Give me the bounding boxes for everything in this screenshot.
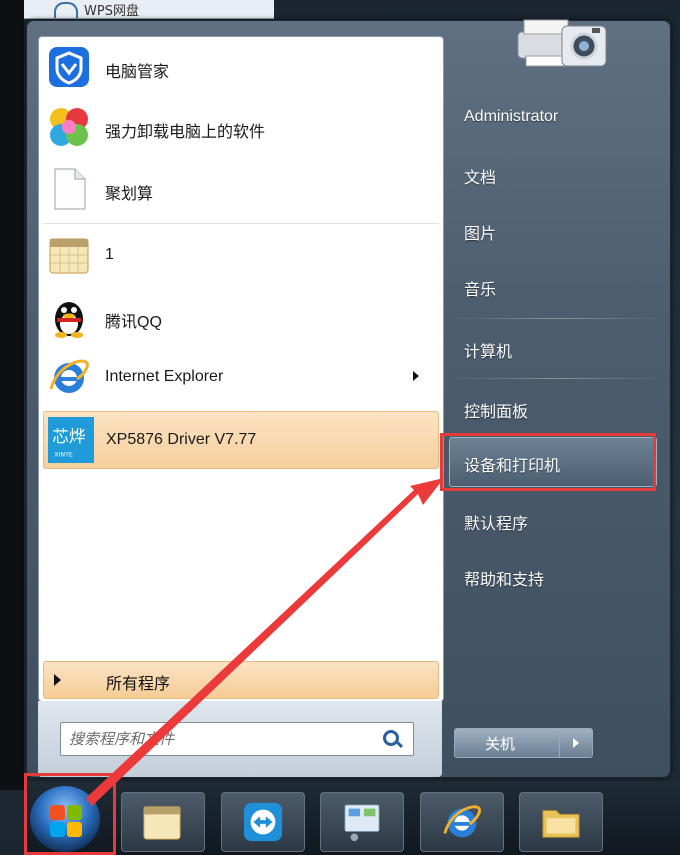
right-item-computer[interactable]: 计算机 bbox=[464, 338, 512, 362]
program-item-qq[interactable]: 腾讯QQ bbox=[39, 289, 443, 347]
shutdown-options-button[interactable] bbox=[559, 728, 593, 758]
highlight-box-start bbox=[24, 773, 116, 855]
desktop-screenshot: WPS网盘 电脑管家 强力卸载电脑上的软件 聚划算 1 腾讯QQ Interne… bbox=[0, 0, 680, 855]
program-item-xp5876-driver[interactable]: 芯烨 XINYE XP5876 Driver V7.77 bbox=[43, 411, 439, 469]
right-item-pictures[interactable]: 图片 bbox=[464, 220, 496, 244]
left-edge bbox=[0, 0, 24, 790]
submenu-arrow-icon[interactable] bbox=[413, 371, 419, 381]
taskbar-file-explorer[interactable] bbox=[519, 792, 603, 852]
svg-text:XINYE: XINYE bbox=[54, 452, 73, 459]
uninstall-icon bbox=[50, 108, 88, 146]
calendar-icon bbox=[143, 806, 181, 840]
program-item-1[interactable]: 1 bbox=[39, 227, 443, 285]
tencent-manager-icon bbox=[49, 47, 89, 87]
program-item-pc-manager[interactable]: 电脑管家 bbox=[39, 39, 443, 97]
all-programs-label: 所有程序 bbox=[106, 674, 171, 693]
folder-icon bbox=[542, 810, 580, 838]
qq-penguin-icon bbox=[55, 302, 83, 338]
control-panel-icon bbox=[344, 804, 380, 842]
pinned-programs-pane: 电脑管家 强力卸载电脑上的软件 聚划算 1 腾讯QQ Internet Expl… bbox=[38, 36, 444, 702]
wps-item-strip[interactable]: WPS网盘 bbox=[24, 0, 274, 19]
ie-icon bbox=[49, 359, 89, 393]
shutdown-button[interactable]: 关机 bbox=[454, 728, 560, 758]
right-item-default-programs[interactable]: 默认程序 bbox=[464, 510, 528, 534]
program-label: 1 bbox=[105, 246, 114, 263]
program-item-uninstaller[interactable]: 强力卸载电脑上的软件 bbox=[39, 99, 443, 157]
taskbar-calendar[interactable] bbox=[121, 792, 205, 852]
search-box[interactable] bbox=[60, 722, 414, 756]
right-item-control-panel[interactable]: 控制面板 bbox=[464, 398, 528, 422]
search-icon[interactable] bbox=[383, 730, 399, 746]
program-label: 电脑管家 bbox=[105, 64, 170, 81]
shutdown-label: 关机 bbox=[485, 735, 516, 753]
taskbar-teamviewer[interactable] bbox=[221, 792, 305, 852]
document-icon bbox=[54, 168, 86, 210]
expand-arrow-icon bbox=[54, 674, 61, 686]
separator bbox=[452, 378, 662, 379]
taskbar-internet-explorer[interactable] bbox=[420, 792, 504, 852]
all-programs-button[interactable]: 所有程序 bbox=[43, 661, 439, 699]
wps-label: WPS网盘 bbox=[84, 4, 139, 19]
calendar-icon bbox=[49, 238, 89, 274]
teamviewer-icon bbox=[243, 802, 283, 842]
taskbar-control-panel[interactable] bbox=[320, 792, 404, 852]
program-label: Internet Explorer bbox=[105, 368, 224, 385]
program-label: 腾讯QQ bbox=[105, 314, 162, 331]
program-label: 强力卸载电脑上的软件 bbox=[105, 124, 266, 141]
right-item-help-support[interactable]: 帮助和支持 bbox=[464, 566, 544, 590]
program-item-juhuasuan[interactable]: 聚划算 bbox=[39, 161, 443, 219]
xinye-icon: 芯烨 XINYE bbox=[48, 417, 94, 463]
ie-icon bbox=[443, 805, 481, 838]
cloud-icon bbox=[54, 2, 78, 18]
program-label: 聚划算 bbox=[105, 186, 154, 203]
highlight-box-devices bbox=[440, 433, 656, 491]
search-input[interactable] bbox=[67, 727, 371, 751]
separator bbox=[43, 223, 439, 224]
right-item-music[interactable]: 音乐 bbox=[464, 276, 496, 300]
devices-printer-icon bbox=[517, 19, 607, 67]
svg-text:芯烨: 芯烨 bbox=[52, 426, 85, 446]
program-label: XP5876 Driver V7.77 bbox=[106, 431, 257, 448]
right-item-documents[interactable]: 文档 bbox=[464, 164, 496, 188]
program-item-internet-explorer[interactable]: Internet Explorer bbox=[39, 349, 443, 407]
separator bbox=[452, 318, 662, 319]
right-item-user[interactable]: Administrator bbox=[464, 108, 558, 126]
